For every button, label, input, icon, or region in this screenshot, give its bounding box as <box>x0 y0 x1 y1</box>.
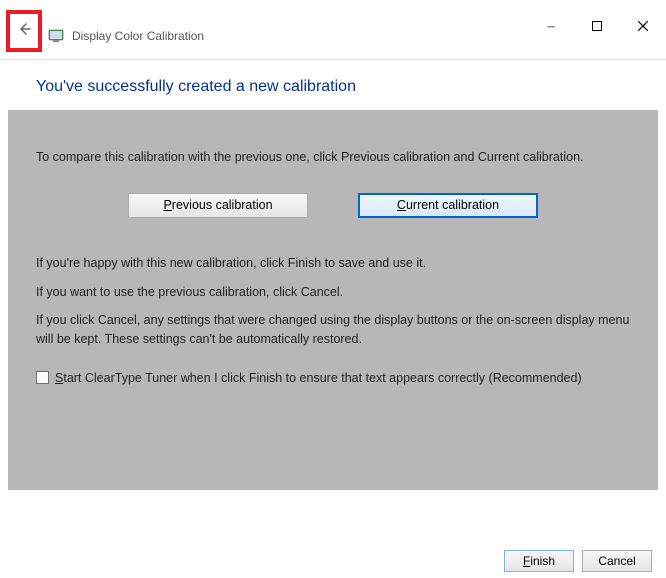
minimize-button[interactable]: ─ <box>528 12 574 42</box>
minimize-icon: ─ <box>547 22 554 33</box>
footer-buttons: Finish Cancel <box>504 550 652 572</box>
page-heading: You've successfully created a new calibr… <box>0 60 666 110</box>
intro-text: To compare this calibration with the pre… <box>36 148 630 167</box>
maximize-button[interactable] <box>574 12 620 42</box>
window-controls: ─ <box>528 12 666 42</box>
back-button[interactable] <box>16 21 32 41</box>
close-icon <box>638 21 648 34</box>
app-title: Display Color Calibration <box>72 29 204 43</box>
para-happy: If you're happy with this new calibratio… <box>36 254 630 273</box>
para-cancel: If you want to use the previous calibrat… <box>36 283 630 302</box>
cleartype-checkbox[interactable] <box>36 371 49 384</box>
app-icon <box>48 28 64 44</box>
content-area: To compare this calibration with the pre… <box>8 110 658 490</box>
cancel-button[interactable]: Cancel <box>582 550 652 572</box>
back-button-highlight <box>6 10 42 52</box>
close-button[interactable] <box>620 12 666 42</box>
cleartype-checkbox-label[interactable]: Start ClearType Tuner when I click Finis… <box>55 369 630 388</box>
previous-calibration-button[interactable]: Previous calibration <box>128 193 308 218</box>
maximize-icon <box>592 21 602 34</box>
finish-button[interactable]: Finish <box>504 550 574 572</box>
cleartype-checkbox-row: Start ClearType Tuner when I click Finis… <box>36 369 630 388</box>
current-calibration-button[interactable]: Current calibration <box>358 193 538 218</box>
para-warning: If you click Cancel, any settings that w… <box>36 311 630 349</box>
calibration-button-row: Previous calibration Current calibration <box>36 193 630 218</box>
back-arrow-icon <box>16 21 32 37</box>
